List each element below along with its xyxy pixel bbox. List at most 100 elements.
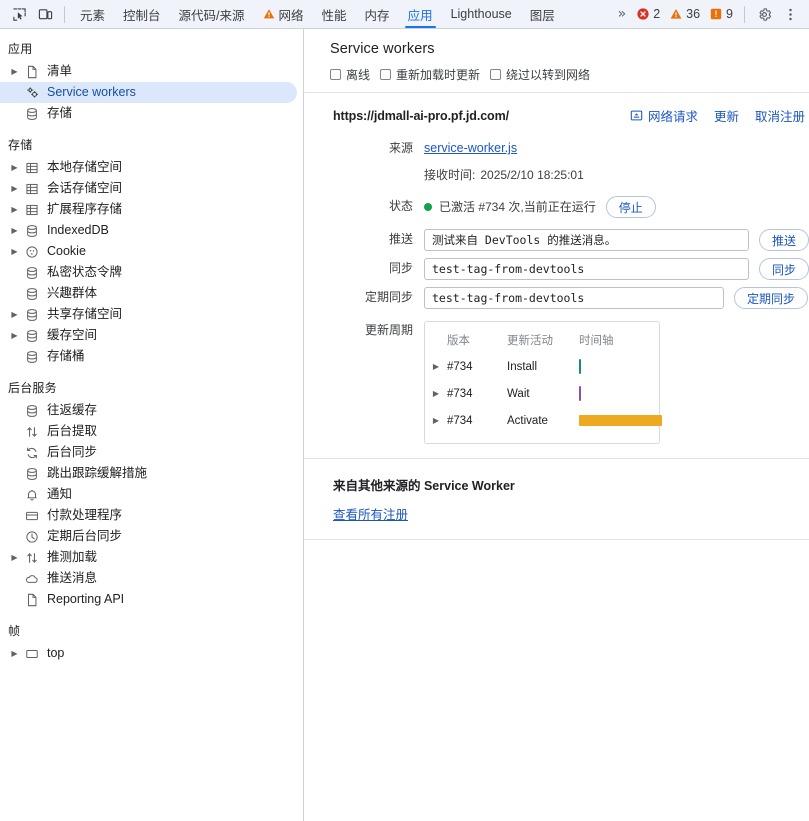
sidebar-item-label: 本地存储空间 bbox=[47, 160, 123, 175]
database-icon bbox=[21, 107, 43, 121]
sidebar-item-background-fetch[interactable]: ▶ 后台提取 bbox=[0, 421, 303, 442]
push-message-input[interactable] bbox=[424, 229, 749, 251]
chevron-right-icon[interactable]: ▶ bbox=[8, 163, 21, 172]
chevron-right-icon[interactable]: ▶ bbox=[425, 384, 447, 404]
checkbox-box[interactable] bbox=[330, 69, 341, 80]
chevron-right-icon[interactable]: ▶ bbox=[8, 553, 21, 562]
stop-button[interactable]: 停止 bbox=[605, 196, 656, 218]
issue-count: 9 bbox=[726, 7, 733, 21]
chevron-right-icon[interactable]: ▶ bbox=[8, 184, 21, 193]
sidebar-item-frame-top[interactable]: ▶ top bbox=[0, 643, 303, 664]
push-label: 推送 bbox=[388, 232, 413, 246]
sync-tag-input[interactable] bbox=[424, 258, 749, 280]
sidebar-item-notifications[interactable]: ▶ 通知 bbox=[0, 484, 303, 505]
tab-elements[interactable]: 元素 bbox=[71, 0, 114, 28]
service-worker-registration: https://jdmall-ai-pro.pf.jd.com/ 网络请求 更新 bbox=[304, 93, 809, 459]
timeline-bar bbox=[579, 415, 662, 426]
tab-lighthouse[interactable]: Lighthouse bbox=[442, 0, 521, 28]
table-icon bbox=[21, 203, 43, 217]
tab-sources[interactable]: 源代码/来源 bbox=[170, 0, 254, 28]
source-label: 来源 bbox=[388, 141, 413, 155]
checkbox-box[interactable] bbox=[490, 69, 502, 80]
database-icon bbox=[21, 224, 43, 238]
tab-network[interactable]: 网络 bbox=[254, 0, 313, 28]
tab-memory[interactable]: 内存 bbox=[356, 0, 399, 28]
periodic-sync-tag-input[interactable] bbox=[424, 287, 724, 309]
sidebar-item-speculative-loads[interactable]: ▶ 推测加载 bbox=[0, 547, 303, 568]
sidebar-item-bounce-tracking-mitigations[interactable]: ▶ 跳出跟踪缓解措施 bbox=[0, 463, 303, 484]
sidebar-item-push-messaging[interactable]: ▶ 推送消息 bbox=[0, 568, 303, 589]
sidebar-item-extension-storage[interactable]: ▶ 扩展程序存储 bbox=[0, 199, 303, 220]
tab-label: Lighthouse bbox=[450, 7, 512, 21]
sidebar-item-periodic-background-sync[interactable]: ▶ 定期后台同步 bbox=[0, 526, 303, 547]
see-all-registrations-link[interactable]: 查看所有注册 bbox=[333, 504, 809, 523]
row-activity: Wait bbox=[507, 387, 530, 400]
sidebar-item-label: 推测加载 bbox=[47, 550, 98, 565]
warning-counter[interactable]: 36 bbox=[665, 3, 705, 25]
sidebar-item-cookies[interactable]: ▶ Cookie bbox=[0, 241, 303, 262]
sidebar-item-cache-storage[interactable]: ▶ 缓存空间 bbox=[0, 325, 303, 346]
push-button[interactable]: 推送 bbox=[758, 229, 809, 251]
table-row[interactable]: ▶ #734 Activate bbox=[425, 407, 662, 434]
sidebar-item-indexeddb[interactable]: ▶ IndexedDB bbox=[0, 220, 303, 241]
update-on-reload-checkbox[interactable]: 重新加载时更新 bbox=[380, 66, 480, 83]
sidebar-item-shared-storage[interactable]: ▶ 共享存储空间 bbox=[0, 304, 303, 325]
device-toolbar-icon[interactable] bbox=[32, 2, 58, 26]
unregister-button[interactable]: 取消注册 bbox=[755, 106, 805, 125]
checkbox-box[interactable] bbox=[380, 69, 392, 80]
application-sidebar-tree[interactable]: 应用 ▶ 清单 ▶ bbox=[0, 29, 304, 821]
inspect-element-icon[interactable] bbox=[6, 2, 32, 26]
sidebar-item-local-storage[interactable]: ▶ 本地存储空间 bbox=[0, 157, 303, 178]
received-time-text: 2025/2/10 18:25:01 bbox=[480, 168, 584, 182]
sync-button[interactable]: 同步 bbox=[758, 258, 809, 280]
tab-console[interactable]: 控制台 bbox=[114, 0, 170, 28]
sidebar-item-session-storage[interactable]: ▶ 会话存储空间 bbox=[0, 178, 303, 199]
kebab-menu-icon[interactable] bbox=[777, 2, 803, 26]
issues-counter[interactable]: 9 bbox=[705, 3, 738, 25]
sidebar-item-private-state-tokens[interactable]: ▶ 私密状态令牌 bbox=[0, 262, 303, 283]
update-button[interactable]: 更新 bbox=[714, 106, 739, 125]
sidebar-item-background-sync[interactable]: ▶ 后台同步 bbox=[0, 442, 303, 463]
error-counter[interactable]: 2 bbox=[632, 3, 665, 25]
network-panel-icon bbox=[630, 109, 643, 122]
table-row[interactable]: ▶ #734 Install bbox=[425, 353, 659, 380]
sidebar-item-interest-groups[interactable]: ▶ 兴趣群体 bbox=[0, 283, 303, 304]
registration-actions: 网络请求 更新 取消注册 bbox=[630, 106, 809, 125]
more-tabs-chevron-icon[interactable]: » bbox=[610, 6, 633, 22]
sidebar-item-storage-overview[interactable]: ▶ 存储 bbox=[0, 103, 303, 124]
sidebar-item-service-workers[interactable]: ▶ Service bbox=[0, 82, 297, 103]
sidebar-item-storage-buckets[interactable]: ▶ 存储桶 bbox=[0, 346, 303, 367]
tab-label: 源代码/来源 bbox=[178, 8, 245, 23]
chevron-right-icon[interactable]: ▶ bbox=[425, 411, 447, 431]
periodic-sync-button[interactable]: 定期同步 bbox=[734, 287, 809, 309]
chevron-right-icon[interactable]: ▶ bbox=[8, 331, 21, 340]
checkbox-label: 离线 bbox=[346, 68, 371, 82]
chevron-right-icon[interactable]: ▶ bbox=[425, 357, 447, 377]
database-icon bbox=[21, 329, 43, 343]
gear-icon[interactable] bbox=[751, 2, 777, 26]
chevron-right-icon[interactable]: ▶ bbox=[8, 247, 21, 256]
error-circle-icon bbox=[637, 8, 649, 20]
offline-checkbox[interactable]: 离线 bbox=[330, 66, 370, 83]
sidebar-item-reporting-api[interactable]: ▶ Reporting API bbox=[0, 589, 303, 610]
registration-url-bar: https://jdmall-ai-pro.pf.jd.com/ 网络请求 更新 bbox=[304, 93, 809, 138]
sidebar-item-label: Cookie bbox=[47, 244, 86, 259]
tab-performance[interactable]: 性能 bbox=[313, 0, 356, 28]
bypass-for-network-checkbox[interactable]: 绕过以转到网络 bbox=[490, 66, 590, 83]
sidebar-item-manifest[interactable]: ▶ 清单 bbox=[0, 61, 303, 82]
chevron-right-icon[interactable]: ▶ bbox=[8, 310, 21, 319]
chevron-right-icon[interactable]: ▶ bbox=[8, 205, 21, 214]
network-requests-button[interactable]: 网络请求 bbox=[630, 106, 698, 125]
tab-layers[interactable]: 图层 bbox=[521, 0, 564, 28]
tab-application[interactable]: 应用 bbox=[399, 0, 442, 28]
service-worker-script-link[interactable]: service-worker.js bbox=[424, 138, 517, 158]
service-workers-header: Service workers 离线 重新加载时更新 绕过以转到网络 bbox=[304, 29, 809, 93]
chevron-right-icon[interactable]: ▶ bbox=[8, 226, 21, 235]
chevron-right-icon[interactable]: ▶ bbox=[8, 649, 21, 658]
row-timeline bbox=[579, 415, 662, 426]
chevron-right-icon[interactable]: ▶ bbox=[8, 67, 21, 76]
sidebar-item-back-forward-cache[interactable]: ▶ 往返缓存 bbox=[0, 400, 303, 421]
table-row[interactable]: ▶ #734 Wait bbox=[425, 380, 659, 407]
sidebar-item-payment-handler[interactable]: ▶ 付款处理程序 bbox=[0, 505, 303, 526]
